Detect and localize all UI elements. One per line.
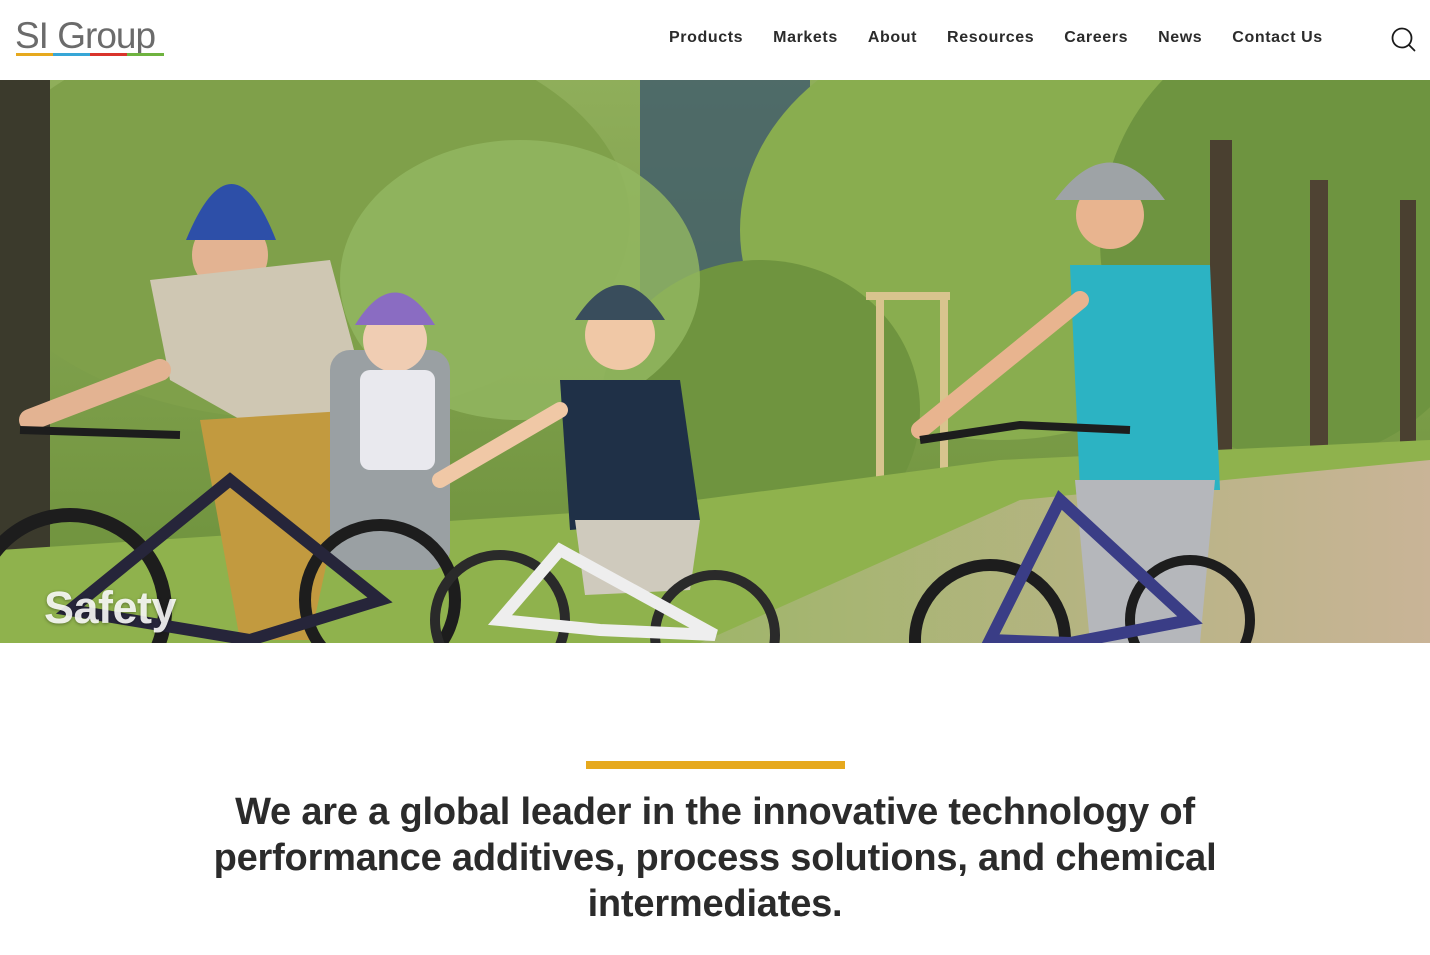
- nav-news[interactable]: News: [1158, 29, 1202, 47]
- hero-banner: Safety: [0, 80, 1430, 643]
- nav-contact-us[interactable]: Contact Us: [1232, 29, 1322, 47]
- site-header: SI Group Products Markets About Resource…: [0, 0, 1430, 80]
- logo-bar-segment: [53, 53, 90, 56]
- logo-bar-segment: [127, 53, 164, 56]
- logo-color-bar: [16, 53, 164, 56]
- logo-wordmark: SI Group: [15, 15, 156, 56]
- accent-divider: [586, 761, 845, 769]
- intro-section: We are a global leader in the innovative…: [0, 643, 1430, 955]
- nav-about[interactable]: About: [868, 29, 917, 47]
- company-tagline: We are a global leader in the innovative…: [213, 791, 1217, 925]
- hero-image-family-cycling: [0, 80, 1430, 643]
- search-icon: [1391, 27, 1416, 52]
- nav-markets[interactable]: Markets: [773, 29, 838, 47]
- main-nav: Products Markets About Resources Careers…: [669, 28, 1323, 48]
- hero-caption: Safety: [44, 582, 177, 633]
- si-group-logo[interactable]: SI Group: [15, 15, 167, 60]
- nav-resources[interactable]: Resources: [947, 29, 1034, 47]
- logo-bar-segment: [16, 53, 53, 56]
- nav-careers[interactable]: Careers: [1064, 29, 1128, 47]
- logo-bar-segment: [90, 53, 127, 56]
- search-button[interactable]: [1390, 26, 1416, 52]
- nav-products[interactable]: Products: [669, 29, 743, 47]
